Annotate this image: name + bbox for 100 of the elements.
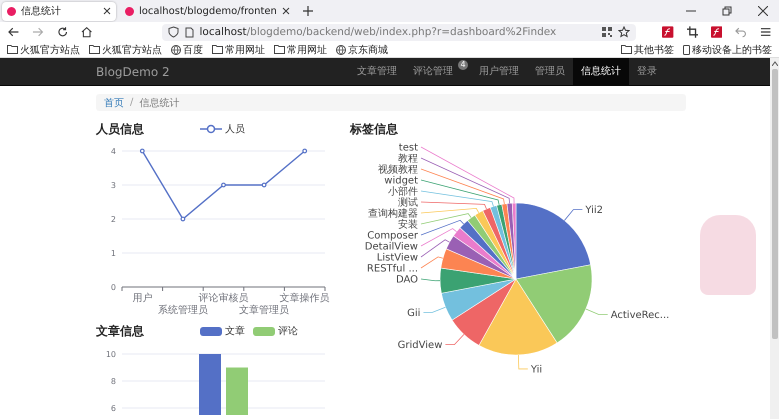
scroll-up-icon[interactable] (772, 61, 778, 66)
axis-category-label: 用户 (132, 293, 152, 304)
breadcrumb-link[interactable]: 首页 (104, 96, 124, 110)
restore-icon[interactable] (722, 6, 732, 16)
crop-icon[interactable] (686, 26, 698, 38)
nav-item[interactable]: 用户管理 (471, 58, 527, 85)
slice-label: DetailView (364, 242, 418, 252)
bookmark-item[interactable]: 火狐官方站点 (7, 42, 80, 56)
flash-extension-icon[interactable] (662, 26, 674, 38)
slice-label: ActiveRec... (610, 310, 670, 321)
axis-category-label: 文章管理员 (239, 305, 290, 316)
slice-label: Yii2 (585, 205, 604, 216)
globe-icon (171, 44, 181, 54)
leader-line (518, 354, 528, 370)
site-icon (125, 6, 134, 16)
axis-tick-label: 6 (110, 404, 116, 414)
qr-code-icon[interactable] (602, 27, 612, 37)
close-icon[interactable] (758, 6, 768, 16)
close-icon[interactable] (282, 7, 290, 15)
nav-item[interactable]: 管理员 (527, 58, 573, 85)
data-point (221, 182, 226, 188)
tab-title: localhost/blogdemo/fronten (139, 6, 277, 16)
line-legend-icon (200, 124, 222, 134)
address-bar[interactable]: localhost/blogdemo/backend/web/index.php?r=dashboard%2Findex (162, 24, 636, 40)
slice-label: 小部件 (388, 186, 418, 198)
bookmark-item[interactable]: 火狐官方站点 (89, 42, 162, 56)
flash-extension-icon[interactable] (710, 26, 722, 38)
leader-line (420, 228, 457, 246)
close-icon[interactable] (103, 7, 111, 15)
data-point (140, 148, 145, 154)
axis-tick-label: 2 (110, 215, 116, 224)
axis-tick-label: 1 (110, 249, 116, 258)
bookmark-item[interactable]: 其他书签 (621, 42, 674, 56)
page-icon (184, 26, 194, 38)
bookmark-item[interactable]: 京东商城 (336, 42, 388, 56)
folder-icon (7, 45, 18, 54)
leader-line (423, 306, 446, 313)
nav-item[interactable]: 评论管理 4 (405, 58, 471, 85)
slice-label: GridView (398, 340, 442, 352)
slice-label: test (398, 142, 418, 154)
axis-tick-label: 8 (110, 377, 116, 386)
slice-label: Gii (407, 308, 420, 319)
leader-line (445, 334, 464, 345)
axis-tick-label: 0 (110, 283, 116, 292)
folder-icon (212, 45, 223, 54)
slice-label: DAO (396, 274, 418, 286)
nav-item[interactable]: 文章管理 (349, 58, 405, 85)
slice-label: 教程 (398, 154, 418, 164)
chart-title: 文章信息 (96, 322, 145, 340)
star-icon[interactable] (618, 26, 630, 38)
breadcrumb-separator: / (130, 97, 134, 108)
leader-line (420, 278, 440, 282)
nav-item[interactable]: 信息统计 (573, 58, 629, 85)
axis-category-label: 文章操作员 (280, 293, 330, 304)
data-point (262, 182, 266, 188)
bookmark-item[interactable]: 移动设备上的书签 (683, 42, 772, 56)
folder-icon (89, 45, 100, 54)
data-point (302, 148, 308, 154)
axis-tick-label: 3 (110, 181, 116, 190)
axis-category-label: 系统管理员 (158, 305, 208, 316)
menu-icon[interactable] (760, 26, 771, 38)
phone-icon (683, 44, 690, 54)
slice-label: 测试 (398, 198, 418, 208)
tab-title: 信息统计 (21, 4, 62, 18)
slice-label: Yii (530, 364, 542, 376)
slice-label: ListView (376, 252, 418, 264)
shield-icon (168, 26, 178, 38)
nav-item[interactable]: 登录 (629, 58, 665, 85)
legend-label: 文章 (225, 324, 245, 338)
slice-label: 安装 (398, 220, 418, 230)
browser-tab[interactable]: 信息统计 (2, 2, 116, 20)
data-point (180, 216, 186, 222)
slice-label: RESTful ... (366, 264, 418, 274)
count-badge: 4 (458, 60, 468, 70)
site-brand[interactable]: BlogDemo 2 (96, 64, 170, 78)
slice-label: widget (384, 176, 418, 186)
leader-line (420, 220, 464, 236)
slice-label: 视频教程 (378, 164, 418, 176)
url-text: localhost/blogdemo/backend/web/index.php?r=dashboard%2Findex (200, 26, 556, 38)
undo-icon[interactable] (735, 26, 747, 38)
folder-icon (274, 45, 285, 54)
chart-title: 标签信息 (350, 120, 399, 138)
bookmark-item[interactable]: 百度 (171, 42, 203, 56)
site-icon (7, 6, 16, 16)
home-icon[interactable] (81, 26, 92, 38)
new-tab-icon[interactable] (302, 6, 313, 16)
back-icon[interactable] (8, 26, 20, 38)
reload-icon[interactable] (56, 26, 68, 38)
scrollbar[interactable] (770, 58, 779, 419)
bookmark-item[interactable]: 常用网址 (212, 42, 265, 56)
chart-title: 人员信息 (96, 120, 145, 138)
globe-icon (336, 44, 346, 54)
axis-tick-label: 4 (110, 147, 116, 156)
slice-label: Composer (367, 230, 418, 242)
bookmark-item[interactable]: 常用网址 (274, 42, 327, 56)
legend-label: 人员 (225, 123, 245, 136)
breadcrumb-current: 信息统计 (139, 96, 180, 110)
legend-label: 评论 (278, 325, 298, 338)
browser-tab[interactable]: localhost/blogdemo/fronten (120, 2, 295, 20)
leader-line (585, 308, 608, 315)
